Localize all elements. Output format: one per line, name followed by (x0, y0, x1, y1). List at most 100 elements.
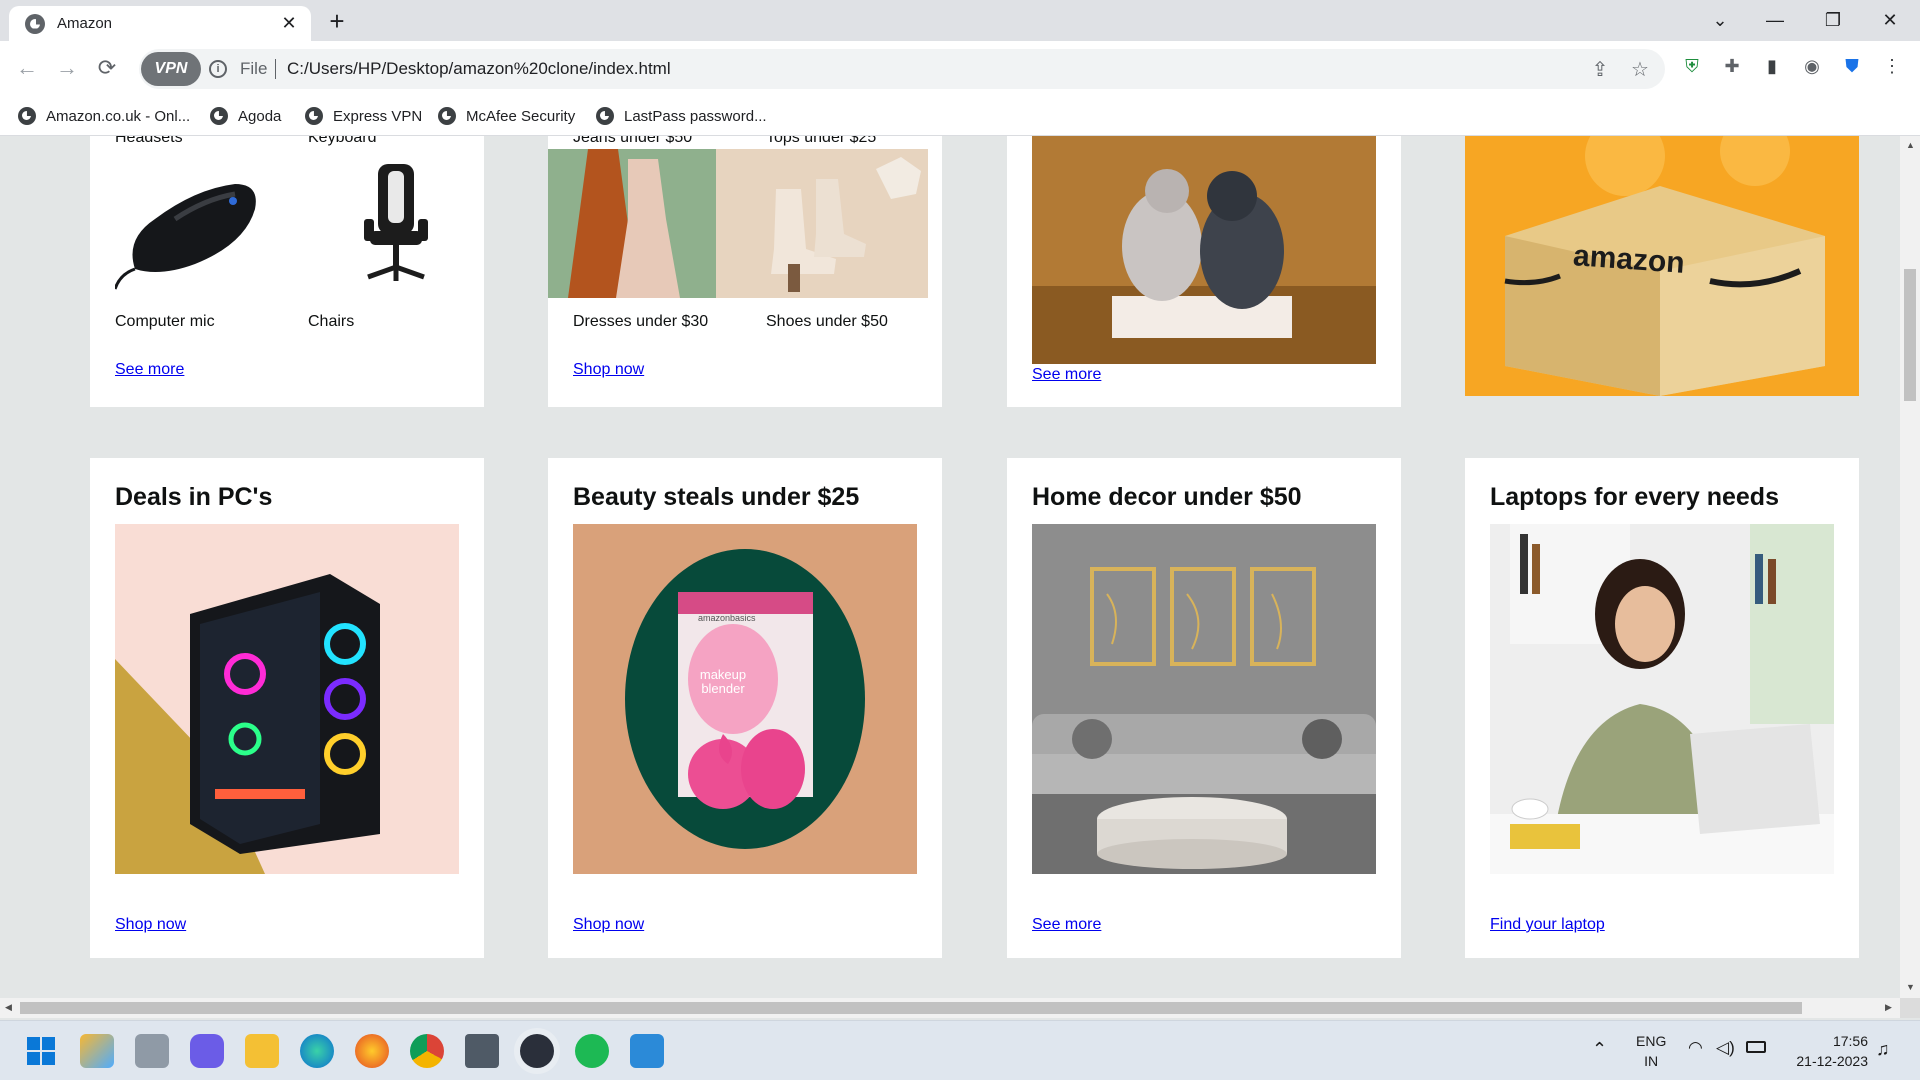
file-label: File (240, 59, 268, 78)
see-more-link[interactable]: See more (1032, 366, 1101, 384)
scroll-up-arrow-icon[interactable]: ▲ (1906, 140, 1915, 150)
wifi-icon[interactable]: ◠ (1688, 1038, 1703, 1058)
forward-icon[interactable]: → (50, 51, 84, 85)
makeup-blender-image[interactable] (573, 524, 917, 874)
back-icon[interactable]: ← (10, 51, 44, 85)
bookmark-agoda[interactable]: Agoda (210, 104, 281, 128)
vertical-scroll-thumb[interactable] (1904, 269, 1916, 401)
address-bar[interactable]: VPN i File C:/Users/HP/Desktop/amazon%20… (139, 49, 1665, 89)
share-icon[interactable]: ⇪ (1589, 59, 1611, 81)
vscode-icon[interactable] (630, 1034, 664, 1068)
windows-taskbar: ⌃ ENG IN ◠ ◁) 17:56 21-12-2023 ♫ (0, 1020, 1920, 1080)
card-title: Laptops for every needs (1490, 483, 1779, 511)
shop-now-link[interactable]: Shop now (115, 916, 186, 934)
tab-search-icon[interactable]: ⌄ (1700, 4, 1740, 36)
spotify-icon[interactable] (575, 1034, 609, 1068)
browser-window: Amazon ✕ + ⌄ — ❐ ✕ ← → ⟳ VPN i File C:/U… (0, 0, 1920, 1080)
gaming-pc-image[interactable] (115, 524, 459, 874)
reload-icon[interactable]: ⟳ (90, 51, 124, 85)
grid-label-dresses[interactable]: Dresses under $30 (573, 313, 708, 331)
bookmark-mcafee[interactable]: McAfee Security (438, 104, 575, 128)
dresses-image[interactable] (548, 149, 716, 298)
grid-label-keyboard: Keyboard (308, 136, 377, 146)
amazon-box-banner[interactable]: amazon (1465, 136, 1859, 396)
living-room-image[interactable] (1032, 524, 1376, 874)
chevron-up-icon[interactable]: ⌃ (1592, 1039, 1607, 1060)
scroll-right-arrow-icon[interactable]: ▶ (1885, 1002, 1892, 1013)
tab-amazon[interactable]: Amazon ✕ (9, 6, 311, 41)
gaming-chair-image[interactable] (308, 149, 473, 296)
bookmark-express-vpn[interactable]: Express VPN (305, 104, 422, 128)
grid-label-chairs[interactable]: Chairs (308, 313, 354, 331)
laptops-card: Laptops for every needs Find your laptop (1465, 458, 1859, 958)
vpn-badge[interactable]: VPN (141, 52, 201, 86)
bookmark-lastpass[interactable]: LastPass password... (596, 104, 767, 128)
deals-pc-card: Deals in PC's Shop now (90, 458, 484, 958)
volume-icon[interactable]: ◁) (1716, 1038, 1735, 1058)
profile-icon[interactable]: ◉ (1800, 54, 1824, 78)
notification-bell-icon[interactable]: ♫ (1876, 1039, 1890, 1060)
package-brand-text: amazonbasics (698, 613, 756, 623)
plush-toys-image[interactable] (1032, 136, 1376, 364)
globe-icon (210, 107, 228, 125)
grid-label-computer-mic[interactable]: Computer mic (115, 313, 215, 331)
see-more-link[interactable]: See more (115, 361, 184, 379)
shoes-image[interactable] (716, 149, 928, 298)
system-clock[interactable]: 17:56 21-12-2023 (1796, 1031, 1868, 1071)
horizontal-scroll-thumb[interactable] (20, 1002, 1802, 1014)
card-title: Beauty steals under $25 (573, 483, 860, 511)
vertical-scrollbar[interactable]: ▲ ▼ (1900, 136, 1920, 998)
adblock-extension-icon[interactable]: ⛨ (1680, 54, 1704, 78)
widgets-icon[interactable] (80, 1034, 114, 1068)
page-viewport: Headsets Keyboard Computer mic Chairs Se… (0, 136, 1900, 998)
language-indicator[interactable]: ENG IN (1636, 1031, 1666, 1071)
side-panel-icon[interactable]: ▮ (1760, 54, 1784, 78)
woman-with-laptop-image[interactable] (1490, 524, 1834, 874)
menu-kebab-icon[interactable]: ⋮ (1880, 54, 1904, 78)
tab-close-icon[interactable]: ✕ (279, 13, 299, 34)
task-view-icon[interactable] (135, 1034, 169, 1068)
url-text[interactable]: C:/Users/HP/Desktop/amazon%20clone/index… (287, 59, 671, 79)
chrome-icon[interactable] (410, 1034, 444, 1068)
minimize-button[interactable]: — (1755, 4, 1795, 36)
shop-now-link[interactable]: Shop now (573, 916, 644, 934)
new-tab-button[interactable]: + (322, 6, 352, 36)
windows-start-icon[interactable] (24, 1034, 58, 1068)
extensions-puzzle-icon[interactable]: ✚ (1720, 54, 1744, 78)
restore-button[interactable]: ❐ (1813, 4, 1853, 36)
bookmark-amazon[interactable]: Amazon.co.uk - Onl... (18, 104, 190, 128)
shop-now-link[interactable]: Shop now (573, 361, 644, 379)
find-your-laptop-link[interactable]: Find your laptop (1490, 916, 1605, 934)
tab-strip: Amazon ✕ + ⌄ — ❐ ✕ (0, 0, 1920, 41)
brave-vpn-icon[interactable] (520, 1034, 554, 1068)
computer-mouse-image[interactable] (115, 149, 280, 296)
bookmarks-bar: Amazon.co.uk - Onl... Agoda Express VPN … (0, 96, 1920, 136)
battery-icon[interactable] (1746, 1041, 1766, 1053)
edge-icon[interactable] (300, 1034, 334, 1068)
fashion-card: Jeans under $50 Tops under $25 Dresses u… (548, 136, 942, 407)
grid-label-jeans: Jeans under $50 (573, 136, 693, 146)
security-shield-icon[interactable]: ⛊ (1840, 54, 1864, 78)
divider (275, 59, 276, 79)
firefox-icon[interactable] (355, 1034, 389, 1068)
scroll-left-arrow-icon[interactable]: ◀ (5, 1002, 12, 1013)
browser-toolbar: ← → ⟳ VPN i File C:/Users/HP/Desktop/ama… (0, 41, 1920, 96)
grid-label-headsets: Headsets (115, 136, 183, 146)
calculator-icon[interactable] (465, 1034, 499, 1068)
globe-icon (18, 107, 36, 125)
teams-chat-icon[interactable] (190, 1034, 224, 1068)
grid-label-shoes[interactable]: Shoes under $50 (766, 313, 888, 331)
package-product-text: makeup blender (699, 667, 747, 696)
bookmark-star-icon[interactable]: ☆ (1629, 59, 1651, 81)
tab-title: Amazon (57, 15, 113, 32)
file-explorer-icon[interactable] (245, 1034, 279, 1068)
close-window-button[interactable]: ✕ (1870, 4, 1910, 36)
card-title: Deals in PC's (115, 483, 273, 511)
beauty-steals-card: Beauty steals under $25 amazonbasics mak… (548, 458, 942, 958)
info-icon[interactable]: i (209, 60, 227, 78)
scroll-down-arrow-icon[interactable]: ▼ (1906, 982, 1915, 992)
scrollbar-corner (1900, 998, 1920, 1018)
home-decor-card: Home decor under $50 See more (1007, 458, 1401, 958)
horizontal-scrollbar[interactable]: ◀ ▶ (0, 998, 1900, 1018)
see-more-link[interactable]: See more (1032, 916, 1101, 934)
